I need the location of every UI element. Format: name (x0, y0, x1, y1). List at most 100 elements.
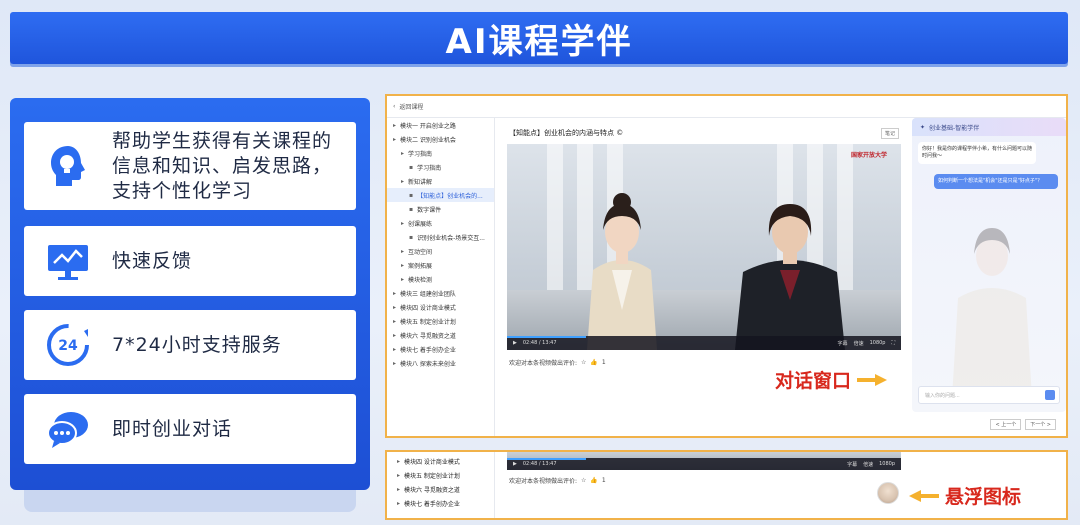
nav-item-label: 模块六 寻觅融资之道 (400, 332, 456, 340)
chat-avatar-watermark (952, 228, 1032, 398)
feature-text: 即时创业对话 (112, 417, 233, 440)
thumbs-up-icon[interactable]: 👍 (590, 359, 597, 366)
feature-text: 快速反馈 (112, 249, 193, 272)
subtitle-button[interactable]: 字幕 (847, 461, 857, 468)
video-progress-bar[interactable] (507, 458, 586, 460)
thumbs-up-icon[interactable]: 👍 (590, 477, 597, 484)
doc-icon: ▪ (409, 191, 414, 199)
course-nav: ▸ 模块四 设计商业模式 ▸ 模块五 制定创业计划 ▸ 模块六 寻觅融资之道 ▸ 模块七… (387, 452, 495, 518)
feature-text-line: 信息和知识、启发思路， (112, 154, 333, 177)
nav-item-label: 互动空间 (408, 248, 433, 256)
quality-button[interactable]: 1080p (870, 340, 886, 346)
video-time: 02:48 / 13:47 (522, 340, 557, 346)
nav-item-label: 案例拓展 (408, 262, 433, 270)
play-icon[interactable]: ▶ (513, 461, 517, 467)
doc-icon: ▪ (409, 205, 414, 213)
nav-item[interactable]: ▪ 学习指南 (387, 160, 494, 174)
chat-input[interactable]: 输入你的问题... (918, 386, 1060, 404)
chat-header: ✦ 创业基础-智能学伴 (912, 118, 1066, 136)
bullet-icon: ▸ (401, 261, 405, 269)
pager: < 上一个 下一个 > (990, 419, 1056, 430)
bullet-icon: ▸ (401, 177, 405, 185)
course-screen-mockup: ‹ 返回课程 ▸ 模块一 开启创业之路 ▸ 模块二 识别创业机会 ▸ 学习指南 ▪ 学习指南 ▸… (385, 94, 1068, 438)
feature-card-dialog: 即时创业对话 (24, 394, 356, 464)
nav-item[interactable]: ▸ 学习指南 (387, 146, 494, 160)
bullet-icon: ▸ (393, 303, 397, 311)
nav-item[interactable]: ▪ 识别创业机会-场景交互... (387, 230, 494, 244)
nav-item[interactable]: ▸ 模块六 寻觅融资之道 (387, 328, 494, 342)
back-link[interactable]: 返回课程 (399, 102, 423, 111)
nav-item[interactable]: ▸ 模块四 设计商业模式 (387, 300, 494, 314)
monitor-chart-icon (48, 245, 88, 280)
nav-item[interactable]: ▸ 互动空间 (387, 244, 494, 258)
subtitle-button[interactable]: 字幕 (838, 340, 848, 347)
nav-item[interactable]: ▸ 模块五 制定创业计划 (387, 314, 494, 328)
video-player[interactable]: 国家开放大学 ▶ 02:48 / 13:47 字幕 倍速 1080p ⛶ (507, 144, 901, 350)
prev-button[interactable]: < 上一个 (990, 419, 1022, 430)
nav-item[interactable]: ▸ 模块四 设计商业模式 (387, 454, 494, 468)
nav-item-label: 模块五 制定创业计划 (400, 318, 456, 326)
back-arrow-icon[interactable]: ‹ (393, 103, 395, 110)
teacher-presenter (735, 204, 845, 350)
next-button[interactable]: 下一个 > (1025, 419, 1056, 430)
feature-text-line: 支持个性化学习 (112, 179, 253, 202)
window-strip (547, 144, 563, 310)
nav-item[interactable]: ▪ 数字课件 (387, 202, 494, 216)
clock-24-icon: 24 (47, 324, 89, 366)
nav-item[interactable]: ▸ 模块三 组建创业团队 (387, 286, 494, 300)
video-controls[interactable]: ▶ 02:48 / 13:47 字幕 倍速 1080p (507, 458, 901, 470)
send-button[interactable] (1045, 390, 1055, 400)
bot-icon: ✦ (920, 123, 926, 131)
nav-item-label: 模块八 探索未来创业 (400, 360, 456, 368)
feature-text: 7*24小时支持服务 (112, 333, 282, 356)
dialog-window-callout: 对话窗口 (775, 366, 888, 393)
lesson-title: 【知能点】创业机会的内涵与特点 © (509, 129, 624, 137)
fullscreen-icon[interactable]: ⛶ (891, 340, 895, 346)
nav-item[interactable]: ▸ 模块一 开启创业之路 (387, 118, 494, 132)
like-count: 1 (601, 477, 606, 484)
nav-item-label: 模块二 识别创业机会 (400, 136, 456, 144)
rating-prompt: 欢迎对本条视频做出评价: (509, 478, 578, 485)
floating-icon-callout: 悬浮图标 (909, 482, 1021, 509)
nav-item[interactable]: ▸ 模块检测 (387, 272, 494, 286)
star-icon[interactable]: ☆ (581, 359, 586, 366)
chat-title: 创业基础-智能学伴 (929, 124, 980, 132)
nav-item[interactable]: ▸ 模块二 识别创业机会 (387, 132, 494, 146)
notes-button[interactable]: 笔记 (880, 128, 899, 139)
svg-text:24: 24 (58, 338, 78, 354)
nav-item[interactable]: ▪ 【知能点】创业机会的... (387, 188, 494, 202)
bullet-icon: ▸ (401, 219, 405, 227)
nav-item[interactable]: ▸ 模块五 制定创业计划 (387, 468, 494, 482)
nav-item-label: 数字课件 (417, 206, 442, 214)
callout-label: 对话窗口 (775, 370, 852, 392)
floating-assistant-icon[interactable] (877, 482, 899, 504)
rating-row: 欢迎对本条视频做出评价: ☆ 👍 1 (509, 358, 606, 367)
chat-bubble-icon (47, 412, 88, 448)
nav-item-label: 模块四 设计商业模式 (400, 304, 456, 312)
nav-item[interactable]: ▸ 案例拓展 (387, 258, 494, 272)
nav-item[interactable]: ▸ 创课展练 (387, 216, 494, 230)
bullet-icon: ▸ (393, 289, 397, 297)
doc-icon: ▪ (409, 233, 414, 241)
video-controls[interactable]: ▶ 02:48 / 13:47 字幕 倍速 1080p ⛶ (507, 336, 901, 350)
nav-item[interactable]: ▸ 新知讲解 (387, 174, 494, 188)
nav-item[interactable]: ▸ 模块七 着手创办企业 (387, 496, 494, 510)
nav-item-label: 模块七 着手创办企业 (400, 346, 456, 354)
video-player[interactable]: ▶ 02:48 / 13:47 字幕 倍速 1080p (507, 452, 901, 470)
nav-item-label: 模块一 开启创业之路 (400, 122, 456, 130)
quality-button[interactable]: 1080p (879, 461, 895, 467)
star-icon[interactable]: ☆ (581, 477, 586, 484)
arrow-right-icon (857, 373, 888, 386)
nav-item[interactable]: ▸ 模块六 寻觅融资之道 (387, 482, 494, 496)
speed-button[interactable]: 倍速 (854, 340, 864, 347)
nav-item[interactable]: ▸ 模块七 着手创办企业 (387, 342, 494, 356)
nav-item[interactable]: ▸ 模块八 探索未来创业 (387, 356, 494, 370)
doc-icon: ▪ (409, 163, 414, 171)
play-icon[interactable]: ▶ (513, 340, 517, 346)
bullet-icon: ▸ (401, 149, 405, 157)
features-panel: 帮助学生获得有关课程的 信息和知识、启发思路， 支持个性化学习 快速反馈 24 … (10, 98, 370, 490)
arrow-left-icon (909, 489, 939, 502)
video-progress-bar[interactable] (507, 336, 586, 338)
feature-card-personalized: 帮助学生获得有关课程的 信息和知识、启发思路， 支持个性化学习 (24, 122, 356, 210)
speed-button[interactable]: 倍速 (863, 461, 873, 468)
